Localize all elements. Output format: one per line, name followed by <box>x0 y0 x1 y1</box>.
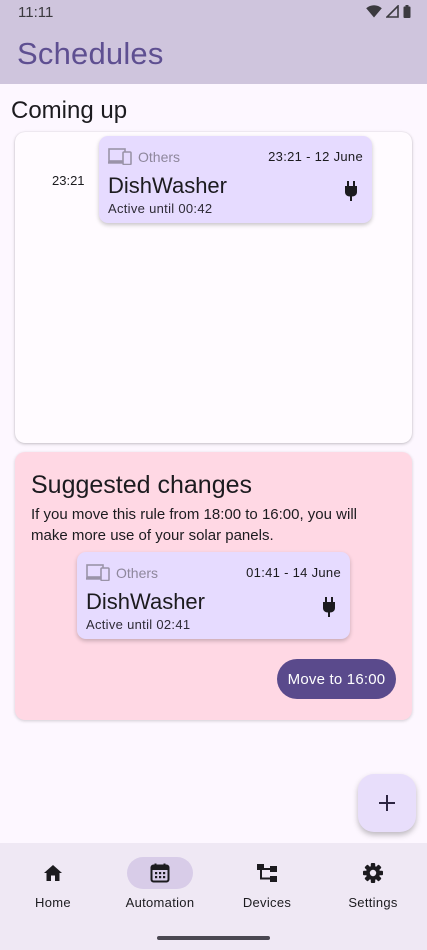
rule-datetime: 23:21 - 12 June <box>268 149 363 164</box>
device-name: DishWasher <box>86 589 205 614</box>
battery-icon <box>403 5 411 18</box>
nav-item-devices[interactable]: Devices <box>214 857 320 917</box>
home-icon <box>44 865 62 881</box>
page-title: Schedules <box>17 36 164 71</box>
bottom-navigation: Home Automation Devices Settings <box>0 843 427 950</box>
signal-icon <box>386 5 399 18</box>
plus-icon <box>379 795 395 811</box>
category-label: Others <box>138 148 181 165</box>
nav-label: Home <box>35 895 71 910</box>
schedule-rule-card[interactable]: Others 23:21 - 12 June DishWasher Active… <box>99 136 372 223</box>
nav-label: Devices <box>242 895 292 910</box>
coming-up-card: 23:21 Others 23:21 - 12 June DishWasher … <box>15 132 412 443</box>
rule-datetime: 01:41 - 14 June <box>246 565 341 580</box>
active-until: Active until 02:41 <box>86 617 191 632</box>
nav-icon-container <box>20 857 86 889</box>
devices-icon <box>86 564 110 581</box>
status-time: 11:11 <box>18 4 54 21</box>
nav-icon-container <box>127 857 193 889</box>
schedule-time-label: 23:21 <box>52 173 85 188</box>
suggested-rule-card[interactable]: Others 01:41 - 14 June DishWasher Active… <box>77 552 350 639</box>
nav-label: Automation <box>125 895 195 910</box>
suggested-changes-card: Suggested changes If you move this rule … <box>15 452 412 720</box>
nav-item-automation[interactable]: Automation <box>107 857 213 917</box>
devices-icon <box>108 148 132 165</box>
coming-up-heading: Coming up <box>11 97 128 124</box>
suggestion-text: If you move this rule from 18:00 to 16:0… <box>31 506 357 544</box>
category-label: Others <box>116 564 159 581</box>
nav-item-home[interactable]: Home <box>0 857 106 917</box>
device-name: DishWasher <box>108 173 227 198</box>
top-app-bar: 11:11 Schedules <box>0 0 427 84</box>
power-plug-icon <box>345 181 357 201</box>
nav-label: Settings <box>348 895 398 910</box>
status-icons <box>366 5 411 18</box>
device-hub-icon <box>257 864 277 882</box>
category: Others <box>108 148 180 165</box>
move-rule-button[interactable]: Move to 16:00 <box>277 659 396 699</box>
nav-item-settings[interactable]: Settings <box>320 857 426 917</box>
power-plug-icon <box>323 597 335 617</box>
calendar-icon <box>150 863 170 883</box>
gear-icon <box>363 863 383 883</box>
nav-icon-container <box>340 857 406 889</box>
category: Others <box>86 564 158 581</box>
add-schedule-button[interactable] <box>358 774 416 832</box>
nav-icon-container <box>234 857 300 889</box>
suggested-changes-heading: Suggested changes <box>31 471 253 499</box>
gesture-handle <box>157 936 270 940</box>
wifi-icon <box>366 5 382 18</box>
active-until: Active until 00:42 <box>108 201 213 216</box>
